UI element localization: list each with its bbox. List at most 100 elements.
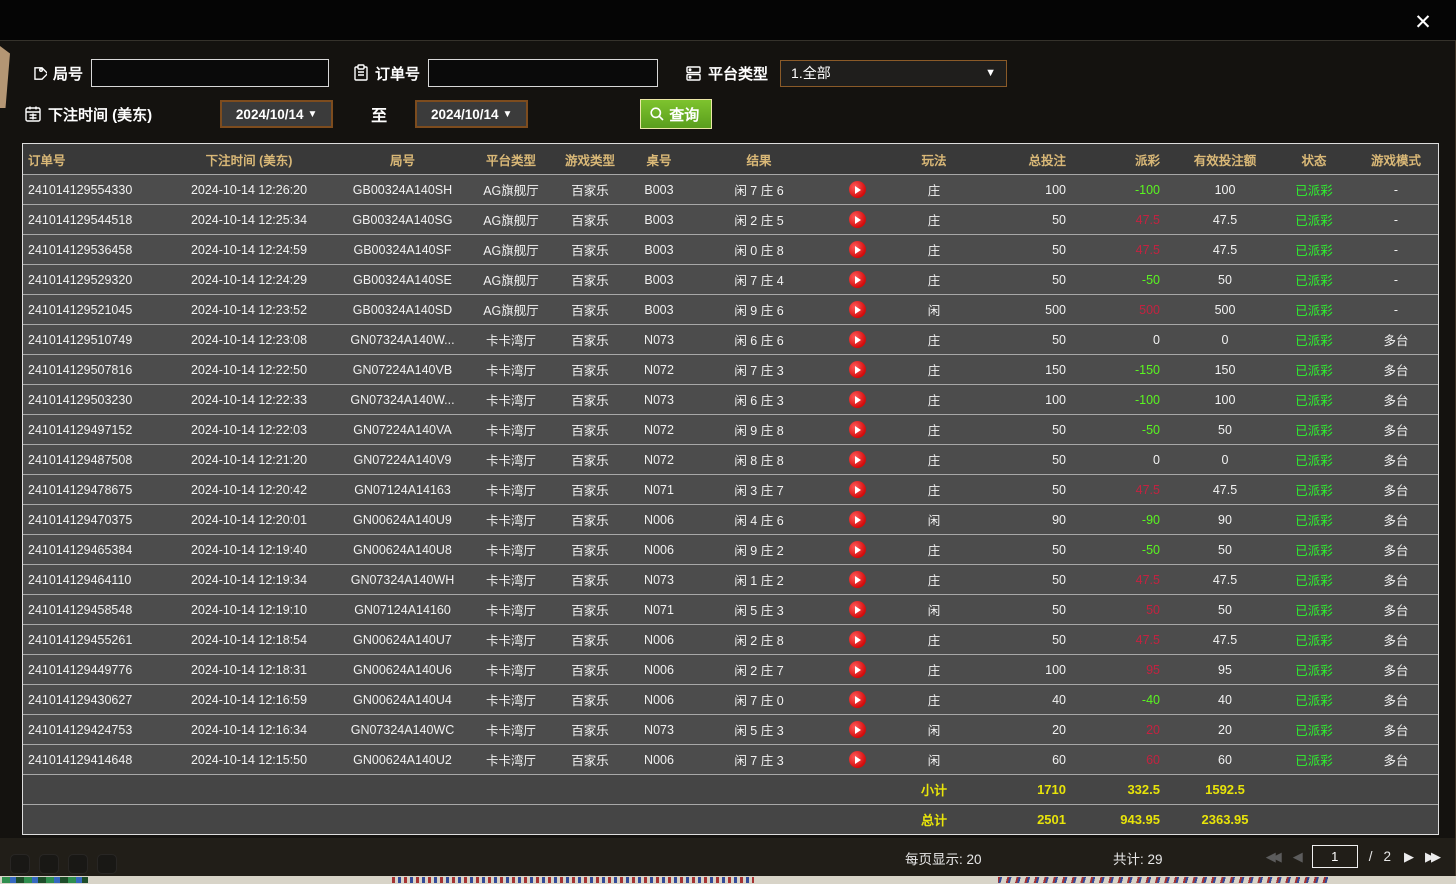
total-row-cell <box>163 805 335 834</box>
filter-row-1: 局号 订单号 平台类型 1.全部 ▼ <box>24 58 1455 88</box>
date-to-picker[interactable]: 2024/10/14 ▼ <box>415 100 528 128</box>
table-row[interactable]: 2410141294641102024-10-14 12:19:34GN0732… <box>23 564 1438 594</box>
cell-mode: - <box>1354 175 1438 204</box>
table-row[interactable]: 2410141294146482024-10-14 12:15:50GN0062… <box>23 744 1438 774</box>
bet-history-dialog: 局号 订单号 平台类型 1.全部 ▼ <box>0 40 1456 876</box>
column-header: 派彩 <box>1090 144 1176 174</box>
cell-play: 庄 <box>886 325 982 354</box>
round-id-input[interactable] <box>91 59 329 87</box>
order-id-input[interactable] <box>428 59 658 87</box>
play-video-icon[interactable] <box>849 421 866 438</box>
query-button[interactable]: 查询 <box>640 99 712 129</box>
column-header: 游戏模式 <box>1354 144 1438 174</box>
table-row[interactable]: 2410141294306272024-10-14 12:16:59GN0062… <box>23 684 1438 714</box>
platform-type-value: 1.全部 <box>791 63 831 83</box>
cell-total-bet: 50 <box>982 535 1090 564</box>
platform-type-select[interactable]: 1.全部 ▼ <box>780 60 1007 87</box>
cell-mode: 多台 <box>1354 475 1438 504</box>
play-video-icon[interactable] <box>849 721 866 738</box>
next-page-icon[interactable]: ▶ <box>1402 849 1412 865</box>
play-video-icon[interactable] <box>849 601 866 618</box>
cell-platform: 卡卡湾厅 <box>470 535 552 564</box>
play-video-icon[interactable] <box>849 181 866 198</box>
cell-order-id: 241014129470375 <box>23 505 163 534</box>
cell-payout: 47.5 <box>1090 235 1176 264</box>
cell-valid-bet: 47.5 <box>1176 235 1274 264</box>
table-row[interactable]: 2410141294786752024-10-14 12:20:42GN0712… <box>23 474 1438 504</box>
play-video-icon[interactable] <box>849 391 866 408</box>
table-row[interactable]: 2410141294653842024-10-14 12:19:40GN0062… <box>23 534 1438 564</box>
table-row[interactable]: 2410141294497762024-10-14 12:18:31GN0062… <box>23 654 1438 684</box>
play-video-icon[interactable] <box>849 211 866 228</box>
cell-payout: -50 <box>1090 535 1176 564</box>
table-row[interactable]: 2410141295445182024-10-14 12:25:34GB0032… <box>23 204 1438 234</box>
table-row[interactable]: 2410141295210452024-10-14 12:23:52GB0032… <box>23 294 1438 324</box>
table-row[interactable]: 2410141295107492024-10-14 12:23:08GN0732… <box>23 324 1438 354</box>
table-row[interactable]: 2410141295293202024-10-14 12:24:29GB0032… <box>23 264 1438 294</box>
table-row[interactable]: 2410141294971522024-10-14 12:22:03GN0722… <box>23 414 1438 444</box>
play-video-icon[interactable] <box>849 751 866 768</box>
cell-order-id: 241014129507816 <box>23 355 163 384</box>
table-row[interactable]: 2410141295364582024-10-14 12:24:59GB0032… <box>23 234 1438 264</box>
play-video-icon[interactable] <box>849 361 866 378</box>
cell-round-id: GN00624A140U9 <box>335 505 470 534</box>
cell-play: 庄 <box>886 685 982 714</box>
cell-total-bet: 100 <box>982 175 1090 204</box>
close-icon[interactable]: ✕ <box>1410 9 1436 35</box>
play-video-icon[interactable] <box>849 511 866 528</box>
table-row[interactable]: 2410141295032302024-10-14 12:22:33GN0732… <box>23 384 1438 414</box>
table-row[interactable]: 2410141294875082024-10-14 12:21:20GN0722… <box>23 444 1438 474</box>
table-header-row: 订单号下注时间 (美东)局号平台类型游戏类型桌号结果玩法总投注派彩有效投注额状态… <box>23 144 1438 174</box>
cell-order-id: 241014129424753 <box>23 715 163 744</box>
play-video-icon[interactable] <box>849 271 866 288</box>
prev-page-icon[interactable]: ◀ <box>1291 849 1301 865</box>
play-video-icon[interactable] <box>849 241 866 258</box>
play-video-icon[interactable] <box>849 661 866 678</box>
play-video-icon[interactable] <box>849 481 866 498</box>
cell-platform: AG旗舰厅 <box>470 205 552 234</box>
play-video-icon[interactable] <box>849 301 866 318</box>
play-video-icon[interactable] <box>849 541 866 558</box>
cell-status: 已派彩 <box>1274 595 1354 624</box>
cell-payout: 50 <box>1090 595 1176 624</box>
play-video-icon[interactable] <box>849 571 866 588</box>
cell-payout: 60 <box>1090 745 1176 774</box>
table-row[interactable]: 2410141294552612024-10-14 12:18:54GN0062… <box>23 624 1438 654</box>
cell-result: 闲 2 庄 5 <box>690 205 828 234</box>
total-row-cell <box>690 805 828 834</box>
cell-mode: 多台 <box>1354 535 1438 564</box>
cell-game-type: 百家乐 <box>552 475 628 504</box>
table-row[interactable]: 2410141295078162024-10-14 12:22:50GN0722… <box>23 354 1438 384</box>
table-row[interactable]: 2410141294247532024-10-14 12:16:34GN0732… <box>23 714 1438 744</box>
cell-result: 闲 7 庄 6 <box>690 175 828 204</box>
cell-play: 闲 <box>886 715 982 744</box>
table-row[interactable]: 2410141294585482024-10-14 12:19:10GN0712… <box>23 594 1438 624</box>
play-video-icon[interactable] <box>849 631 866 648</box>
cell-play: 庄 <box>886 655 982 684</box>
table-row[interactable]: 2410141295543302024-10-14 12:26:20GB0032… <box>23 174 1438 204</box>
cell-platform: 卡卡湾厅 <box>470 715 552 744</box>
play-video-icon[interactable] <box>849 331 866 348</box>
last-page-icon[interactable]: ▶▶ <box>1423 849 1439 865</box>
cell-result: 闲 9 庄 2 <box>690 535 828 564</box>
cell-round-id: GB00324A140SG <box>335 205 470 234</box>
order-id-label-group: 订单号 <box>353 63 420 84</box>
cell-total-bet: 50 <box>982 625 1090 654</box>
cell-mode: 多台 <box>1354 595 1438 624</box>
cell-valid-bet: 40 <box>1176 685 1274 714</box>
date-from-picker[interactable]: 2024/10/14 ▼ <box>220 100 333 128</box>
subtotal-row-cell <box>628 775 690 804</box>
play-video-icon[interactable] <box>849 691 866 708</box>
table-row[interactable]: 2410141294703752024-10-14 12:20:01GN0062… <box>23 504 1438 534</box>
cell-total-bet: 50 <box>982 235 1090 264</box>
column-header: 结果 <box>690 144 828 174</box>
cell-bet-time: 2024-10-14 12:23:08 <box>163 325 335 354</box>
cell-mode: 多台 <box>1354 685 1438 714</box>
play-video-icon[interactable] <box>849 451 866 468</box>
play-video-cell <box>828 265 886 294</box>
cell-result: 闲 5 庄 3 <box>690 715 828 744</box>
first-page-icon[interactable]: ◀◀ <box>1264 849 1280 865</box>
subtotal-row-cell: 小计 <box>886 775 982 804</box>
cell-status: 已派彩 <box>1274 535 1354 564</box>
current-page-input[interactable] <box>1312 845 1358 868</box>
